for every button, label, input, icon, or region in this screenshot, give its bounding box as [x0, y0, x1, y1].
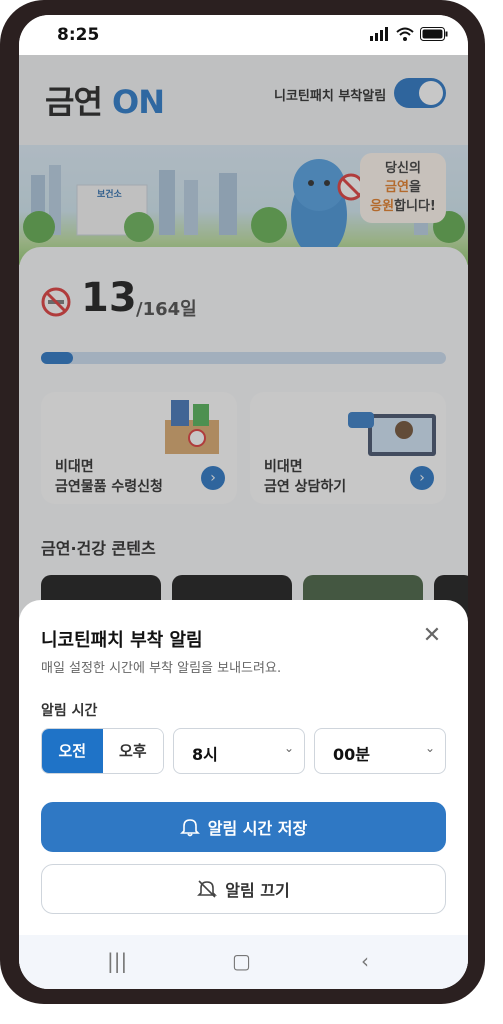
off-button-label: 알림 끄기 [225, 881, 290, 900]
home-icon[interactable]: ▢ [232, 949, 251, 973]
status-icons [370, 27, 448, 41]
phone-frame: 8:25 금연 ON 니코틴패치 부착알림 보건소 당신의 금연을 응원합니다!… [0, 0, 485, 1004]
minute-value: 00분 [333, 745, 370, 764]
sheet-description: 매일 설정한 시간에 부착 알림을 보내드려요. [41, 661, 282, 676]
close-icon[interactable]: ✕ [420, 624, 444, 648]
turn-off-button[interactable]: 알림 끄기 [41, 864, 446, 914]
notification-sheet: 니코틴패치 부착 알림 ✕ 매일 설정한 시간에 부착 알림을 보내드려요. 알… [19, 600, 468, 935]
hour-select[interactable]: 8시 ⌄ [173, 728, 305, 774]
status-bar: 8:25 [19, 15, 468, 55]
battery-icon [420, 27, 448, 41]
system-nav-bar: ||| ▢ ‹ [19, 935, 468, 989]
recents-icon[interactable]: ||| [107, 949, 127, 973]
minute-select[interactable]: 00분 ⌄ [314, 728, 446, 774]
hour-value: 8시 [192, 745, 218, 764]
signal-icon [370, 27, 388, 41]
pm-button[interactable]: 오후 [102, 729, 163, 773]
save-time-button[interactable]: 알림 시간 저장 [41, 802, 446, 852]
back-icon[interactable]: ‹ [361, 949, 369, 973]
screen: 8:25 금연 ON 니코틴패치 부착알림 보건소 당신의 금연을 응원합니다!… [19, 15, 468, 989]
bell-off-icon [197, 880, 218, 898]
am-button[interactable]: 오전 [42, 729, 103, 773]
chevron-down-icon: ⌄ [424, 741, 435, 755]
chevron-down-icon: ⌄ [283, 741, 294, 755]
ampm-toggle: 오전 오후 [41, 728, 164, 774]
status-time: 8:25 [57, 25, 100, 45]
save-button-label: 알림 시간 저장 [207, 819, 308, 838]
bell-icon [179, 819, 200, 837]
wifi-icon [396, 27, 414, 41]
time-label: 알림 시간 [41, 703, 98, 719]
sheet-title: 니코틴패치 부착 알림 [41, 630, 203, 651]
